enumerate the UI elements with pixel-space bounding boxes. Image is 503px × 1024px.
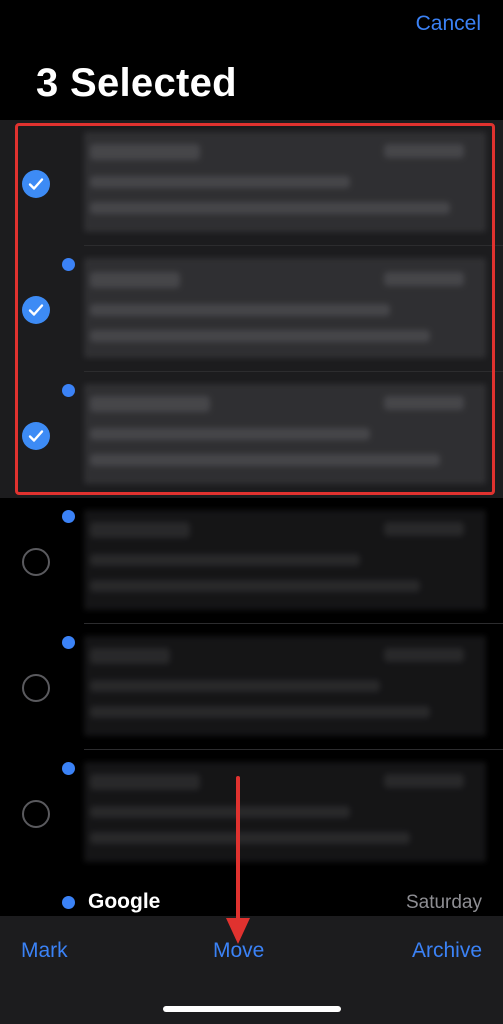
mail-list: [0, 120, 503, 876]
unread-dot-icon: [62, 636, 75, 649]
blurred-message-preview[interactable]: [84, 636, 486, 736]
unread-dot-icon: [62, 258, 75, 271]
unread-dot-icon: [62, 896, 75, 909]
mail-row[interactable]: [0, 498, 503, 624]
page-title: 3 Selected: [36, 61, 237, 105]
mail-row[interactable]: [0, 372, 503, 498]
archive-button[interactable]: Archive: [412, 936, 482, 966]
mail-row[interactable]: [0, 120, 503, 246]
checkmark-circle-icon[interactable]: [22, 296, 50, 324]
mail-row-google[interactable]: Google Saturday: [0, 884, 503, 920]
mail-date: Saturday: [405, 892, 482, 913]
cancel-button[interactable]: Cancel: [416, 10, 481, 38]
mail-sender: Google: [88, 890, 161, 913]
empty-circle-icon[interactable]: [22, 674, 50, 702]
mail-row[interactable]: [0, 624, 503, 750]
home-indicator: [163, 1006, 341, 1012]
mail-row[interactable]: [0, 246, 503, 372]
unread-dot-icon: [62, 762, 75, 775]
blurred-message-preview[interactable]: [84, 762, 486, 862]
blurred-message-preview[interactable]: [84, 384, 486, 484]
empty-circle-icon[interactable]: [22, 800, 50, 828]
blurred-message-preview[interactable]: [84, 510, 486, 610]
checkmark-circle-icon[interactable]: [22, 422, 50, 450]
empty-circle-icon[interactable]: [22, 548, 50, 576]
unread-dot-icon: [62, 510, 75, 523]
move-button[interactable]: Move: [213, 936, 264, 966]
blurred-message-preview[interactable]: [84, 132, 486, 232]
unread-dot-icon: [62, 384, 75, 397]
blurred-message-preview[interactable]: [84, 258, 486, 358]
bottom-toolbar: Mark Move Archive: [0, 916, 503, 1024]
mail-row[interactable]: [0, 750, 503, 876]
checkmark-circle-icon[interactable]: [22, 170, 50, 198]
mark-button[interactable]: Mark: [21, 936, 68, 966]
